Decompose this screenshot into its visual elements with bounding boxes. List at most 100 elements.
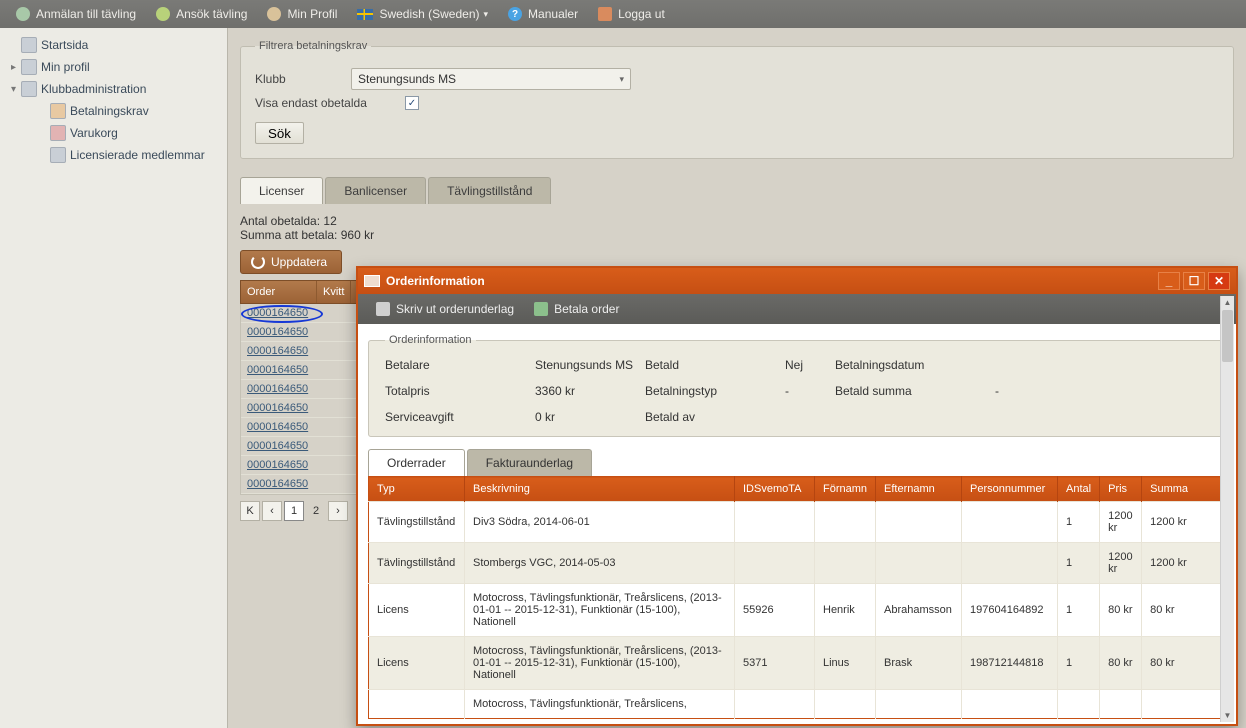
order-link[interactable]: 0000164650 [247, 345, 308, 357]
order-link[interactable]: 0000164650 [247, 459, 308, 471]
scroll-down-icon[interactable]: ▼ [1221, 709, 1234, 722]
nav-profile-label: Min Profil [287, 7, 337, 21]
printer-icon [376, 302, 390, 316]
dialog-titlebar[interactable]: Orderinformation _ ☐ ✕ [358, 268, 1236, 294]
tree-profile-label: Min profil [41, 60, 90, 74]
summary-sum: Summa att betala: 960 kr [240, 228, 1234, 242]
refresh-label: Uppdatera [271, 255, 327, 269]
pager-page-2[interactable]: 2 [306, 501, 326, 521]
col-kvitt[interactable]: Kvitt [317, 281, 351, 303]
nav-manuals-label: Manualer [528, 7, 578, 21]
paytype-value: - [785, 384, 835, 398]
table-row[interactable]: TävlingstillståndDiv3 Södra, 2014-06-011… [369, 502, 1226, 543]
tree-home-label: Startsida [41, 38, 88, 52]
cell-first [815, 502, 876, 543]
order-link[interactable]: 0000164650 [247, 421, 308, 433]
tab-orderlines[interactable]: Orderrader [368, 449, 465, 476]
cell-sum: 80 kr [1142, 637, 1226, 690]
chevron-down-icon: ▾ [484, 9, 489, 20]
order-link[interactable]: 0000164650 [247, 326, 308, 338]
col-order[interactable]: Order [241, 281, 317, 303]
pager-first[interactable]: K [240, 501, 260, 521]
minimize-button[interactable]: _ [1158, 272, 1180, 290]
paydate-label: Betalningsdatum [835, 358, 995, 372]
tree-home[interactable]: Startsida [2, 34, 225, 56]
col-price[interactable]: Pris [1100, 477, 1142, 502]
col-pnr[interactable]: Personnummer [962, 477, 1058, 502]
paidby-label: Betald av [645, 410, 785, 424]
tree-payment-requests[interactable]: Betalningskrav [2, 100, 225, 122]
tree-cart[interactable]: Varukorg [2, 122, 225, 144]
nav-manuals[interactable]: ? Manualer [498, 0, 588, 28]
flag-sweden-icon [357, 9, 373, 20]
cell-last: Brask [876, 637, 962, 690]
nav-apply-competition[interactable]: Ansök tävling [146, 0, 257, 28]
cell-pnr [962, 543, 1058, 584]
table-row[interactable]: TävlingstillståndStombergs VGC, 2014-05-… [369, 543, 1226, 584]
paid-label: Betald [645, 358, 785, 372]
tab-invoicebasis[interactable]: Fakturaunderlag [467, 449, 592, 476]
order-link[interactable]: 0000164650 [247, 478, 308, 490]
pay-order-button[interactable]: Betala order [524, 294, 629, 324]
scroll-up-icon[interactable]: ▲ [1221, 296, 1234, 309]
cell-id [735, 502, 815, 543]
refresh-button[interactable]: Uppdatera [240, 250, 342, 274]
cell-descr: Motocross, Tävlingsfunktionär, Treårslic… [465, 637, 735, 690]
print-order-button[interactable]: Skriv ut orderunderlag [366, 294, 524, 324]
members-icon [50, 147, 66, 163]
cell-id [735, 543, 815, 584]
annotation-circle [241, 305, 323, 323]
col-qty[interactable]: Antal [1058, 477, 1100, 502]
tree-licensed-members[interactable]: Licensierade medlemmar [2, 144, 225, 166]
dialog-scrollbar[interactable]: ▲ ▼ [1220, 296, 1234, 722]
club-select[interactable]: Stenungsunds MS▾ [351, 68, 631, 90]
scroll-thumb[interactable] [1222, 310, 1233, 362]
order-link[interactable]: 0000164650 [247, 364, 308, 376]
fee-value: 0 kr [535, 410, 645, 424]
expand-icon[interactable]: ▸ [8, 62, 19, 73]
bullet-icon [16, 7, 30, 21]
nav-language[interactable]: Swedish (Sweden)▾ [347, 0, 498, 28]
close-button[interactable]: ✕ [1208, 272, 1230, 290]
cell-type: Tävlingstillstånd [369, 502, 465, 543]
col-type[interactable]: Typ [369, 477, 465, 502]
maximize-button[interactable]: ☐ [1183, 272, 1205, 290]
onlyunpaid-checkbox[interactable]: ✓ [405, 96, 419, 110]
tab-tavlingstillstand[interactable]: Tävlingstillstånd [428, 177, 551, 204]
order-link[interactable]: 0000164650 [247, 440, 308, 452]
col-sum[interactable]: Summa [1142, 477, 1226, 502]
refresh-icon [251, 255, 265, 269]
collapse-icon[interactable]: ▾ [8, 84, 19, 95]
col-descr[interactable]: Beskrivning [465, 477, 735, 502]
tab-banlicenser[interactable]: Banlicenser [325, 177, 426, 204]
cell-last [876, 690, 962, 719]
order-link[interactable]: 0000164650 [247, 383, 308, 395]
nav-my-profile[interactable]: Min Profil [257, 0, 347, 28]
tab-licenser[interactable]: Licenser [240, 177, 323, 204]
tree-club-admin[interactable]: ▾Klubbadministration [2, 78, 225, 100]
search-button[interactable]: Sök [255, 122, 304, 144]
question-icon: ? [508, 7, 522, 21]
cell-qty [1058, 690, 1100, 719]
orderlines-table: Typ Beskrivning IDSvemoTA Förnamn Eftern… [368, 476, 1226, 719]
tree-my-profile[interactable]: ▸ Min profil [2, 56, 225, 78]
table-row[interactable]: LicensMotocross, Tävlingsfunktionär, Tre… [369, 637, 1226, 690]
dialog-title: Orderinformation [386, 274, 485, 288]
pager-next[interactable]: › [328, 501, 348, 521]
col-id[interactable]: IDSvemoTA [735, 477, 815, 502]
tabs: Licenser Banlicenser Tävlingstillstånd [240, 177, 1234, 204]
paidsum-label: Betald summa [835, 384, 995, 398]
nav-register-competition[interactable]: Anmälan till tävling [6, 0, 146, 28]
table-row[interactable]: LicensMotocross, Tävlingsfunktionär, Tre… [369, 584, 1226, 637]
col-first[interactable]: Förnamn [815, 477, 876, 502]
nav-logout[interactable]: Logga ut [588, 0, 675, 28]
pager-prev[interactable]: ‹ [262, 501, 282, 521]
dialog-toolbar: Skriv ut orderunderlag Betala order [358, 294, 1236, 324]
home-icon [21, 37, 37, 53]
table-row[interactable]: Motocross, Tävlingsfunktionär, Treårslic… [369, 690, 1226, 719]
order-link[interactable]: 0000164650 [247, 307, 308, 319]
order-link[interactable]: 0000164650 [247, 402, 308, 414]
col-last[interactable]: Efternamn [876, 477, 962, 502]
filter-fieldset: Filtrera betalningskrav Klubb Stenungsun… [240, 40, 1234, 159]
pager-page-1[interactable]: 1 [284, 501, 304, 521]
